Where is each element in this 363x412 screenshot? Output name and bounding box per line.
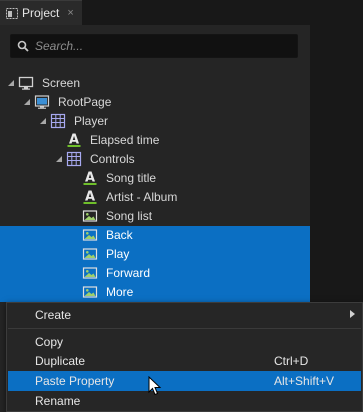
context-menu: Create Copy Duplicate Ctrl+D Paste Prope…: [6, 302, 363, 412]
tree-node-label: Artist - Album: [106, 190, 178, 204]
tree-node-row[interactable]: Controls: [0, 150, 310, 169]
project-window: Project × Search... Screen RootPage Player…: [0, 0, 363, 412]
expand-caret-icon[interactable]: [8, 80, 16, 88]
menu-item-label: Paste Property: [35, 374, 115, 388]
menu-item-label: Duplicate: [35, 354, 86, 368]
text-node-icon: A: [82, 189, 98, 205]
image-node-icon: [82, 208, 98, 224]
tree-node-label: Screen: [42, 76, 81, 90]
tree-node-label: Player: [74, 114, 109, 128]
close-icon[interactable]: ×: [67, 7, 73, 19]
submenu-arrow-icon: [350, 310, 355, 318]
tree-node-row[interactable]: Screen: [0, 74, 310, 93]
menu-item-shortcut: Alt+Shift+V: [274, 374, 335, 388]
tree-node-row[interactable]: Player: [0, 112, 310, 131]
menu-item-label: Rename: [35, 394, 81, 408]
menu-item-shortcut: Ctrl+D: [274, 354, 309, 368]
menu-item-paste-property[interactable]: Paste Property Alt+Shift+V: [8, 371, 361, 391]
tree-node-row[interactable]: A Artist - Album: [0, 188, 310, 207]
tree-node-label: More: [106, 285, 134, 299]
tree-node-row[interactable]: Forward: [0, 264, 310, 283]
tree-node-label: Play: [106, 247, 130, 261]
expand-caret-icon[interactable]: [40, 118, 48, 126]
image-node-icon: [82, 284, 98, 300]
tree-node-label: Back: [106, 228, 133, 242]
grid-node-icon: [66, 151, 82, 167]
expand-caret-icon[interactable]: [24, 99, 32, 107]
search-placeholder: Search...: [35, 39, 84, 53]
tab-project[interactable]: Project ×: [0, 0, 82, 25]
image-node-icon: [82, 227, 98, 243]
tree-node-label: Elapsed time: [90, 133, 160, 147]
text-node-icon: A: [66, 132, 82, 148]
tree-node-row[interactable]: RootPage: [0, 93, 310, 112]
tree-node-label: Forward: [106, 266, 151, 280]
tree-node-label: Controls: [90, 152, 135, 166]
tab-strip: Project ×: [0, 0, 363, 25]
menu-item-copy[interactable]: Copy: [8, 332, 361, 352]
tab-title: Project: [22, 6, 60, 20]
search-input[interactable]: Search...: [10, 34, 298, 58]
tree-node-row[interactable]: More: [0, 283, 310, 302]
tree-node-row[interactable]: A Song title: [0, 169, 310, 188]
monitor-icon: [18, 75, 34, 91]
tree-node-row[interactable]: A Elapsed time: [0, 131, 310, 150]
tree-node-label: Song title: [106, 171, 157, 185]
tree-node-row[interactable]: Play: [0, 245, 310, 264]
menu-item-duplicate[interactable]: Duplicate Ctrl+D: [8, 351, 361, 371]
menu-item-label: Create: [35, 308, 72, 322]
image-node-icon: [82, 265, 98, 281]
menu-item-label: Copy: [35, 335, 64, 349]
expand-caret-icon[interactable]: [56, 156, 64, 164]
tree-node-label: RootPage: [58, 95, 112, 109]
menu-item-rename[interactable]: Rename: [8, 391, 361, 411]
search-icon: [17, 40, 29, 52]
tree-node-row[interactable]: Song list: [0, 207, 310, 226]
page-icon: [34, 94, 50, 110]
panel-layout-icon: [6, 7, 18, 19]
menu-divider: [8, 328, 361, 329]
tree-node-label: Song list: [106, 209, 153, 223]
image-node-icon: [82, 246, 98, 262]
menu-item-create[interactable]: Create: [8, 305, 361, 325]
grid-node-icon: [50, 113, 66, 129]
text-node-icon: A: [82, 170, 98, 186]
tree-node-row[interactable]: Back: [0, 226, 310, 245]
mouse-pointer-icon: [148, 376, 162, 396]
